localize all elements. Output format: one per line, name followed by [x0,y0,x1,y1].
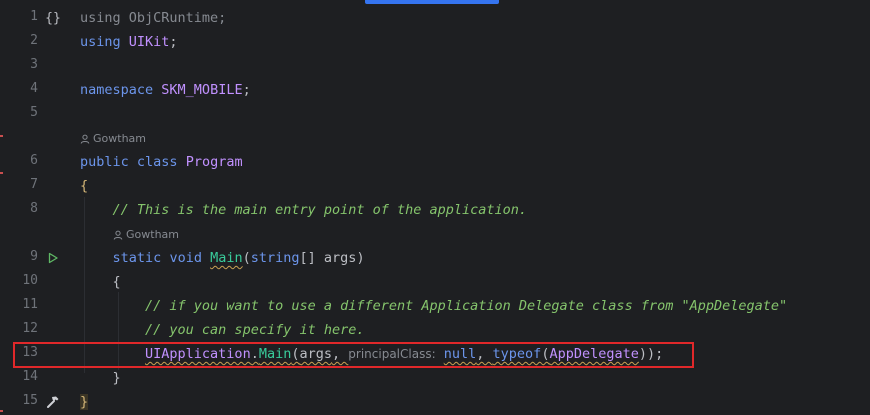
fold-braces-icon[interactable]: {} [44,9,62,27]
namespace-name: UIKit [128,34,170,50]
code-line-14[interactable]: } [80,368,121,388]
parameter-name: args [323,250,357,266]
line-number: 12 [22,321,38,336]
code-line-10[interactable]: { [80,272,121,292]
author-name: Gowtham [126,228,179,241]
change-marker [0,135,3,137]
code-line-12[interactable]: // you can specify it here. [80,320,364,340]
keyword: void [169,250,202,266]
code-line-8[interactable]: // This is the main entry point of the a… [80,200,528,220]
keyword: namespace [80,82,154,98]
line-number: 9 [30,249,38,264]
code-line-15[interactable]: } [80,392,89,412]
code-line-4[interactable]: namespace SKM_MOBILE; [80,80,251,100]
line-number: 3 [30,57,38,72]
line-number: 8 [30,201,38,216]
line-number: 4 [30,81,38,96]
line-number: 15 [22,393,38,408]
keyword: string [250,250,300,266]
user-icon [113,230,123,240]
code-line-9[interactable]: static void Main(string[] args) [80,248,365,268]
user-icon [80,134,90,144]
run-gutter-icon[interactable] [44,249,62,267]
namespace-name: SKM_MOBILE [161,82,243,98]
top-tab-indicator [365,0,499,4]
method-name: Main [210,250,243,266]
keyword: class [136,154,178,170]
keyword: static [112,250,162,266]
code-comment: // if you want to use a different Applic… [145,298,788,314]
code-line-11[interactable]: // if you want to use a different Applic… [80,296,787,316]
code-vision-author[interactable]: Gowtham [113,228,179,241]
keyword: public [80,154,129,170]
line-number: 5 [30,105,38,120]
author-name: Gowtham [93,132,146,145]
code-line-2[interactable]: using UIKit; [80,32,178,52]
line-number: 10 [22,273,38,288]
code-comment: // This is the main entry point of the a… [112,202,528,218]
code-line-6[interactable]: public class Program [80,152,243,172]
change-marker [0,410,3,412]
line-number: 11 [22,297,38,312]
build-hammer-icon[interactable] [44,393,62,411]
line-number: 6 [30,153,38,168]
line-number: 14 [22,369,38,384]
code-line-7[interactable]: { [80,176,88,196]
change-marker [0,172,3,174]
highlight-box [13,342,694,368]
line-number: 2 [30,33,38,48]
line-number: 1 [30,9,38,24]
line-number: 7 [30,177,38,192]
code-line-1[interactable]: using ObjCRuntime; [80,8,226,28]
code-comment: // you can specify it here. [145,322,365,338]
code-vision-author[interactable]: Gowtham [80,132,146,145]
keyword: using [80,34,121,50]
class-name: Program [185,154,243,170]
